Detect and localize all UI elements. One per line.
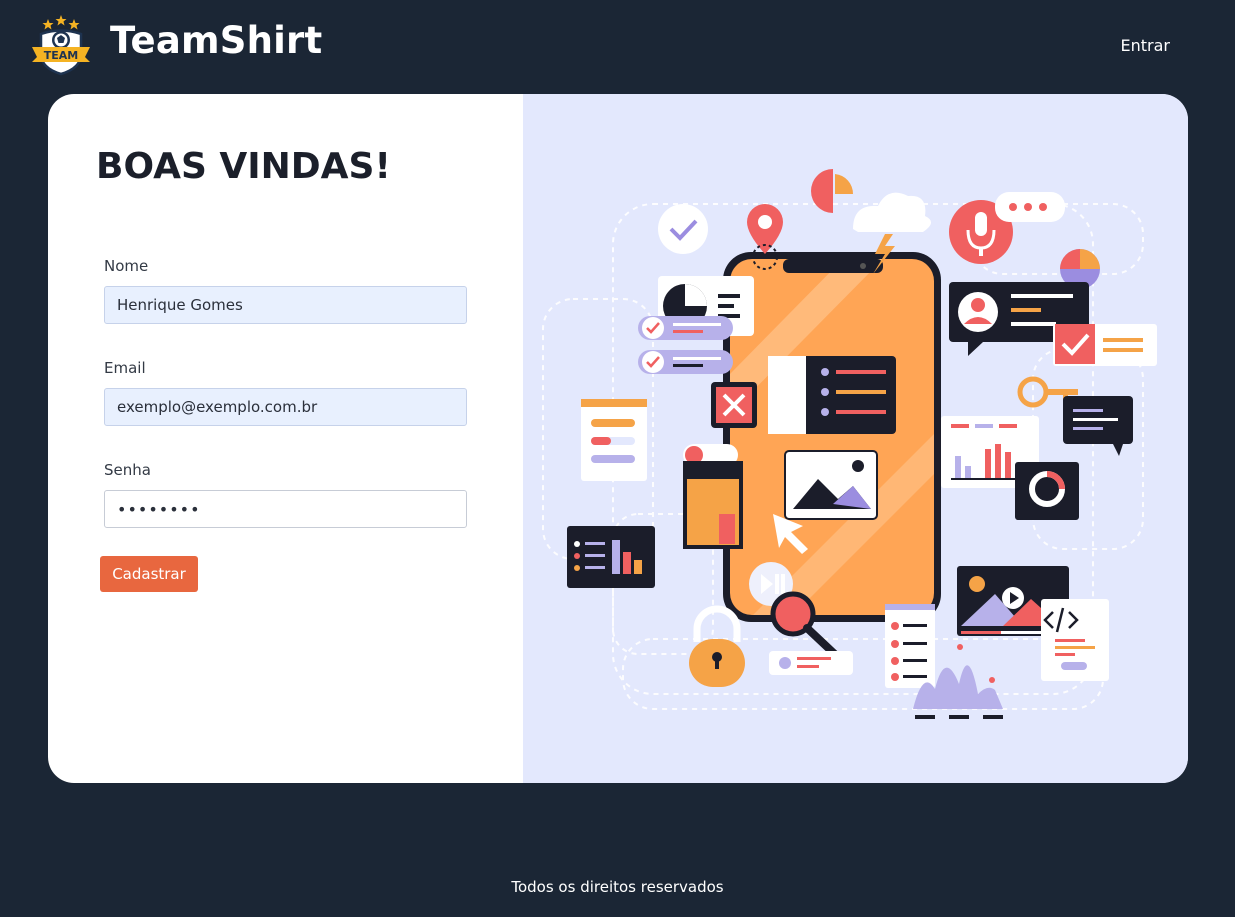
team-logo[interactable]: TEAM xyxy=(30,14,92,76)
logo-text: TEAM xyxy=(44,49,78,62)
password-field[interactable] xyxy=(104,490,467,528)
signup-card: BOAS VINDAS! Nome Email Senha Cadastrar xyxy=(48,94,1188,783)
app-illustration xyxy=(542,169,1157,719)
password-label: Senha xyxy=(104,461,151,479)
top-navbar: TEAM TeamShirt Entrar xyxy=(0,0,1235,90)
name-field[interactable] xyxy=(104,286,467,324)
signup-form: BOAS VINDAS! Nome Email Senha Cadastrar xyxy=(48,94,523,783)
footer-text: Todos os direitos reservados xyxy=(511,878,724,896)
page-title: BOAS VINDAS! xyxy=(96,146,391,187)
email-label: Email xyxy=(104,359,146,377)
illustration-panel xyxy=(523,94,1188,783)
brand-name[interactable]: TeamShirt xyxy=(110,19,322,62)
email-field[interactable] xyxy=(104,388,467,426)
submit-button[interactable]: Cadastrar xyxy=(100,556,198,592)
login-link[interactable]: Entrar xyxy=(1121,36,1170,55)
name-label: Nome xyxy=(104,257,149,275)
